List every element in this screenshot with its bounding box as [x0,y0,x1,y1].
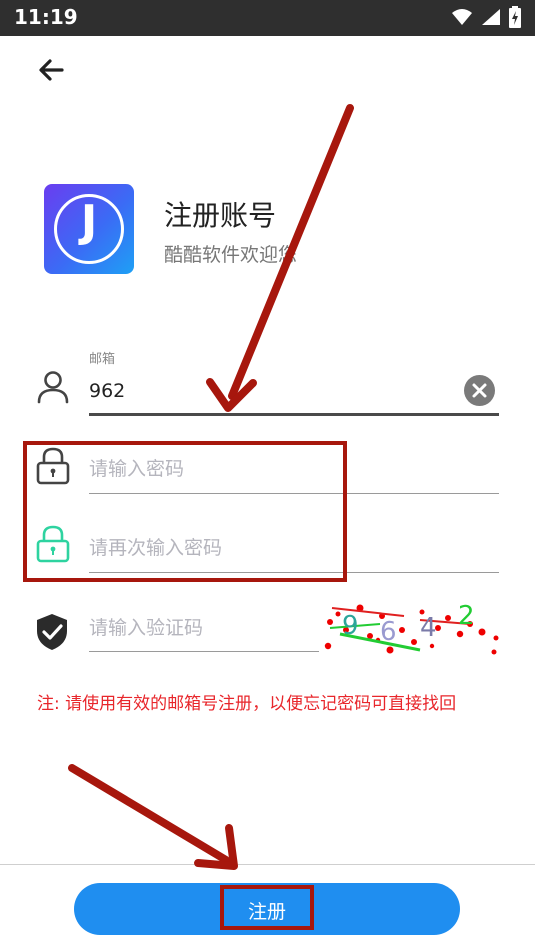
registration-note: 注: 请使用有效的邮箱号注册，以便忘记密码可直接找回 [37,694,457,714]
captcha-underline [89,651,319,652]
user-icon [37,371,69,404]
captcha-char: 6 [380,617,397,647]
annotation-arrow [68,764,230,864]
logo-letter: J [80,196,98,247]
email-field-label: 邮箱 [89,352,116,367]
back-button[interactable] [30,52,74,88]
wifi-icon [452,9,472,25]
shield-check-icon [37,614,67,650]
arrow-left-icon [39,59,64,81]
battery-charging-icon [509,6,521,28]
status-bar: 11:19 [0,0,535,36]
signal-icon [482,9,500,25]
page-title: 注册账号 [164,199,277,232]
app-logo: J [44,184,134,274]
email-field[interactable] [89,377,449,405]
captcha-char: 4 [420,613,437,643]
email-underline [89,413,499,416]
status-time: 11:19 [14,5,78,29]
annotation-box-passwords [23,441,347,582]
page-subtitle: 酷酷软件欢迎您 [164,244,298,266]
annotation-box-register [220,885,314,930]
captcha-char: 2 [458,601,475,631]
close-icon [472,383,487,398]
annotation-arrow-head [194,824,238,870]
bottom-divider [0,864,535,865]
clear-email-button[interactable] [464,375,495,406]
captcha-char: 9 [342,611,359,641]
captcha-field[interactable] [89,614,314,642]
captcha-image[interactable]: 9 6 4 2 [320,600,500,660]
status-icons [451,6,521,28]
